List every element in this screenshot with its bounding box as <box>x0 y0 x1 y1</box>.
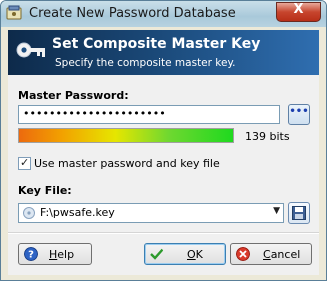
check-icon <box>150 248 164 260</box>
help-button-label: Help <box>49 248 75 261</box>
help-icon: ? <box>24 247 38 261</box>
key-icon <box>16 42 45 58</box>
password-quality-text: 139 bits <box>245 130 290 143</box>
key-file-value: F:\pwsafe.key <box>40 206 115 219</box>
create-keyfile-button[interactable] <box>288 202 310 224</box>
show-password-button[interactable]: ••• <box>288 104 310 125</box>
use-keyfile-checkbox[interactable]: ✓ <box>18 156 31 170</box>
help-button[interactable]: ? Help <box>18 243 92 265</box>
dialog-window: Create New Password Database X Set Compo… <box>0 0 327 281</box>
disk-icon <box>23 207 35 219</box>
keepass-app-icon <box>6 5 22 20</box>
cancel-button-label: Cancel <box>263 248 301 261</box>
close-button[interactable]: X <box>276 2 321 22</box>
header-banner: Set Composite Master Key Specify the com… <box>8 30 319 75</box>
divider <box>8 232 319 234</box>
close-icon: X <box>293 2 304 17</box>
dialog-body: Master Password: •••••••••••••••••••••• … <box>8 75 319 275</box>
master-password-input[interactable]: •••••••••••••••••••••• <box>18 105 280 124</box>
save-icon <box>292 206 306 220</box>
checkmark-icon: ✓ <box>20 156 30 169</box>
banner-title: Set Composite Master Key <box>52 36 261 52</box>
window-title: Create New Password Database <box>29 6 236 21</box>
master-password-value: •••••••••••••••••••••• <box>23 107 166 120</box>
key-file-select[interactable]: F:\pwsafe.key ▼ <box>18 203 284 223</box>
cancel-icon <box>236 247 250 261</box>
key-file-label: Key File: <box>18 184 72 197</box>
cancel-button[interactable]: Cancel <box>230 243 312 265</box>
title-bar[interactable]: Create New Password Database X <box>1 1 326 27</box>
svg-text:?: ? <box>28 250 34 261</box>
banner-subtitle: Specify the composite master key. <box>55 57 236 69</box>
master-password-label: Master Password: <box>18 89 129 102</box>
use-keyfile-label[interactable]: Use master password and key file <box>34 157 220 170</box>
password-quality-fill <box>19 129 233 142</box>
password-quality-bar <box>18 128 234 143</box>
ok-button[interactable]: OK <box>144 243 226 265</box>
ok-button-label: OK <box>187 248 203 261</box>
chevron-down-icon[interactable]: ▼ <box>273 206 280 216</box>
dots-icon: ••• <box>289 106 309 117</box>
